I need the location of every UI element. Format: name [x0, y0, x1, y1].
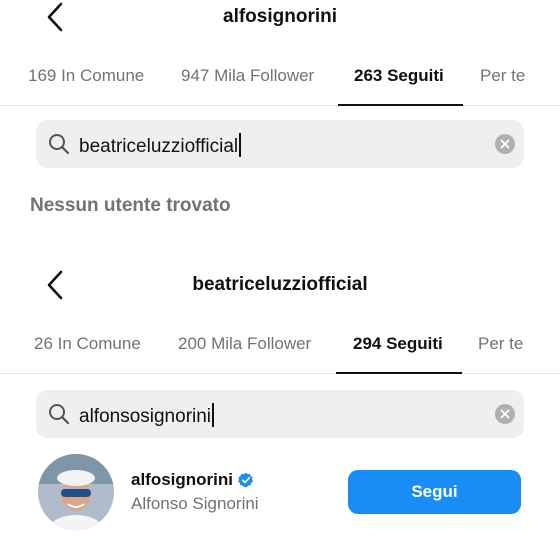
search-icon — [49, 134, 70, 155]
following-panel-beatriceluzziofficial: beatriceluzziofficial 26 In Comune 200 M… — [0, 268, 560, 542]
text-caret — [212, 403, 215, 427]
search-query-text: beatriceluzziofficial — [79, 136, 239, 157]
username[interactable]: alfosignorini — [131, 470, 254, 490]
empty-state-message: Nessun utente trovato — [30, 195, 231, 216]
header: beatriceluzziofficial — [0, 268, 560, 304]
tab-follower[interactable]: 947 Mila Follower — [181, 66, 314, 86]
user-result-row[interactable]: alfosignorini Alfonso Signorini Segui — [38, 454, 528, 530]
active-tab-indicator — [338, 104, 463, 106]
search-query: alfonsosignorini — [79, 403, 215, 428]
tab-per-te[interactable]: Per te — [480, 66, 525, 86]
clear-icon — [500, 409, 510, 419]
tab-in-comune[interactable]: 26 In Comune — [34, 334, 141, 354]
header: alfosignorini — [0, 0, 560, 36]
search-input[interactable]: beatriceluzziofficial — [36, 120, 524, 168]
verified-badge-icon — [238, 472, 253, 488]
follow-button[interactable]: Segui — [348, 470, 521, 514]
tab-seguiti[interactable]: 263 Seguiti — [354, 66, 444, 86]
search-input[interactable]: alfonsosignorini — [36, 390, 524, 438]
tab-in-comune[interactable]: 169 In Comune — [28, 66, 144, 86]
clear-search-button[interactable] — [495, 404, 515, 424]
text-caret — [239, 133, 242, 157]
clear-search-button[interactable] — [495, 134, 515, 154]
username-text: alfosignorini — [131, 470, 233, 489]
clear-icon — [500, 139, 510, 149]
tab-follower[interactable]: 200 Mila Follower — [178, 334, 311, 354]
search-query-text: alfonsosignorini — [79, 406, 212, 427]
profile-photo — [38, 454, 114, 530]
tab-seguiti[interactable]: 294 Seguiti — [353, 334, 443, 354]
page-title: beatriceluzziofficial — [192, 274, 368, 295]
active-tab-indicator — [336, 372, 462, 374]
page-title: alfosignorini — [223, 6, 337, 27]
search-query: beatriceluzziofficial — [79, 133, 242, 158]
avatar[interactable] — [38, 454, 114, 530]
full-name: Alfonso Signorini — [131, 494, 259, 513]
search-icon — [49, 404, 70, 425]
tab-bar: 169 In Comune 947 Mila Follower 263 Segu… — [0, 56, 560, 106]
tab-per-te[interactable]: Per te — [478, 334, 523, 354]
tab-bar: 26 In Comune 200 Mila Follower 294 Segui… — [0, 324, 560, 374]
following-panel-alfosignorini: alfosignorini 169 In Comune 947 Mila Fol… — [0, 0, 560, 240]
